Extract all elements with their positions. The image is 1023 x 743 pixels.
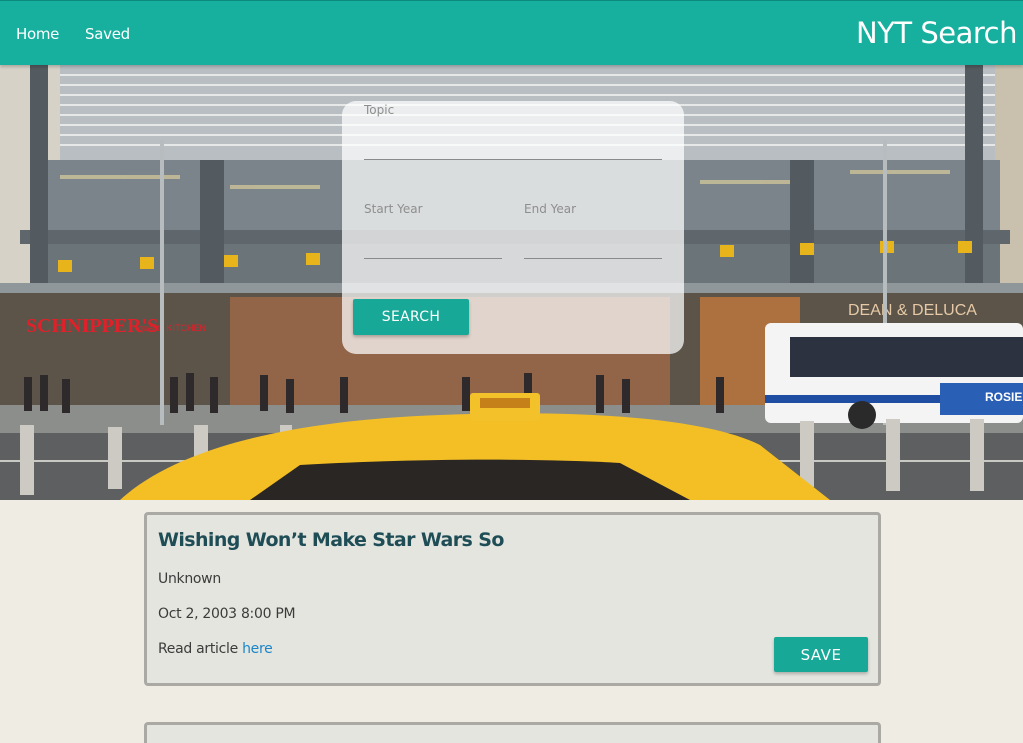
search-form: Topic Start Year End Year SEARCH	[342, 101, 684, 354]
read-article-prefix: Read article	[158, 641, 243, 657]
search-button[interactable]: SEARCH	[353, 299, 469, 335]
article-read-line: Read article here	[158, 641, 273, 657]
schnippers-subsign: quality KITCHEN	[138, 323, 206, 333]
save-button[interactable]: SAVE	[774, 637, 868, 672]
article-link[interactable]: here	[242, 641, 273, 657]
dean-deluca-sign: DEAN & DELUCA	[848, 302, 977, 319]
article-title: Wishing Won’t Make Star Wars So	[158, 529, 504, 551]
end-year-input[interactable]	[524, 231, 662, 259]
bus-ad-text: ROSIE	[985, 390, 1022, 404]
article-card-next	[144, 722, 881, 743]
navbar: Home Saved NYT Search	[0, 0, 1023, 65]
brand-title: NYT Search	[856, 16, 1017, 50]
topic-input[interactable]	[364, 132, 662, 160]
article-card: Wishing Won’t Make Star Wars So Unknown …	[144, 512, 881, 686]
topic-label: Topic	[364, 103, 395, 117]
article-date: Oct 2, 2003 8:00 PM	[158, 606, 296, 622]
start-year-input[interactable]	[364, 231, 502, 259]
nav-saved-link[interactable]: Saved	[85, 25, 130, 43]
nav-home-link[interactable]: Home	[16, 25, 59, 43]
article-author: Unknown	[158, 571, 221, 587]
end-year-label: End Year	[524, 202, 577, 216]
start-year-label: Start Year	[364, 202, 423, 216]
